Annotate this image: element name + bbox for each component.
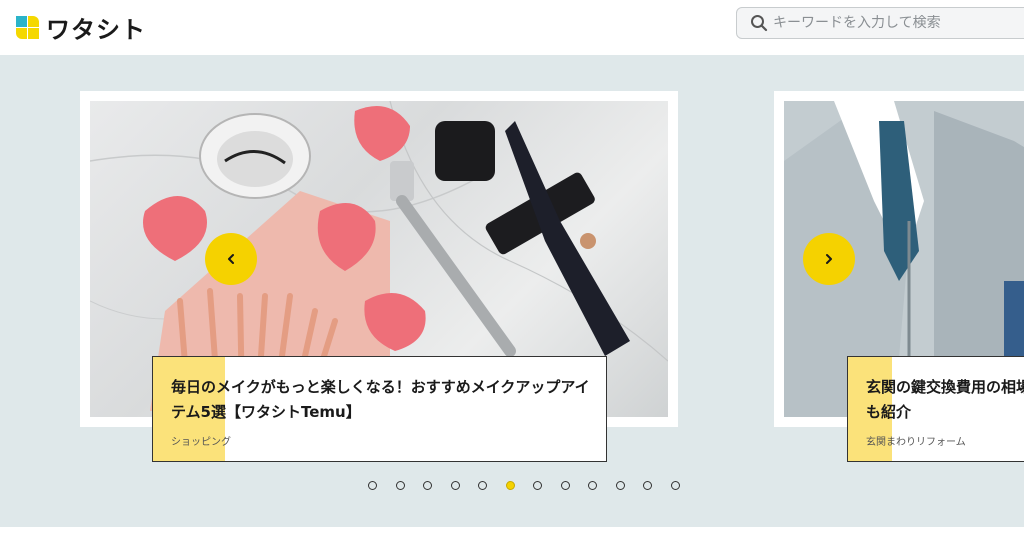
slide-title[interactable]: 玄関の鍵交換費用の相場も紹介 (866, 375, 1024, 425)
pagination-dot[interactable] (505, 481, 515, 490)
search-icon (745, 8, 773, 38)
pagination-dot[interactable] (643, 481, 652, 490)
search-input[interactable] (773, 15, 1013, 31)
logo-text: ワタシト (46, 16, 146, 44)
pagination-dot[interactable] (395, 481, 405, 490)
carousel-pagination (368, 481, 680, 490)
pagination-dot[interactable] (423, 481, 432, 490)
slide-title[interactable]: 毎日のメイクがもっと楽しくなる！おすすめメイクアップアイテム5選【ワタシトTem… (171, 375, 592, 425)
chevron-right-icon (826, 254, 832, 264)
carousel-prev-button[interactable] (205, 233, 257, 285)
site-header: ワタシト (0, 0, 1024, 55)
slide-caption-next[interactable]: 玄関の鍵交換費用の相場も紹介 玄関まわりリフォーム (847, 356, 1024, 462)
slide-category[interactable]: ショッピング (171, 433, 231, 448)
pagination-dot[interactable] (560, 481, 570, 490)
carousel-next-button[interactable] (803, 233, 855, 285)
pagination-dot[interactable] (450, 481, 460, 490)
pagination-dot[interactable] (478, 481, 487, 490)
hero-carousel: 毎日のメイクがもっと楽しくなる！おすすめメイクアップアイテム5選【ワタシトTem… (0, 55, 1024, 527)
pagination-dot[interactable] (368, 481, 377, 490)
chevron-left-icon (228, 254, 234, 264)
pagination-dot[interactable] (533, 481, 542, 490)
pagination-dot[interactable] (670, 481, 680, 490)
pagination-dot[interactable] (588, 481, 597, 490)
logo-mark-icon (16, 15, 40, 40)
slide-caption-current[interactable]: 毎日のメイクがもっと楽しくなる！おすすめメイクアップアイテム5選【ワタシトTem… (152, 356, 607, 462)
search-box[interactable] (736, 7, 1024, 39)
site-logo[interactable]: ワタシト (16, 10, 146, 45)
slide-category[interactable]: 玄関まわりリフォーム (866, 433, 966, 448)
pagination-dot[interactable] (615, 481, 625, 490)
